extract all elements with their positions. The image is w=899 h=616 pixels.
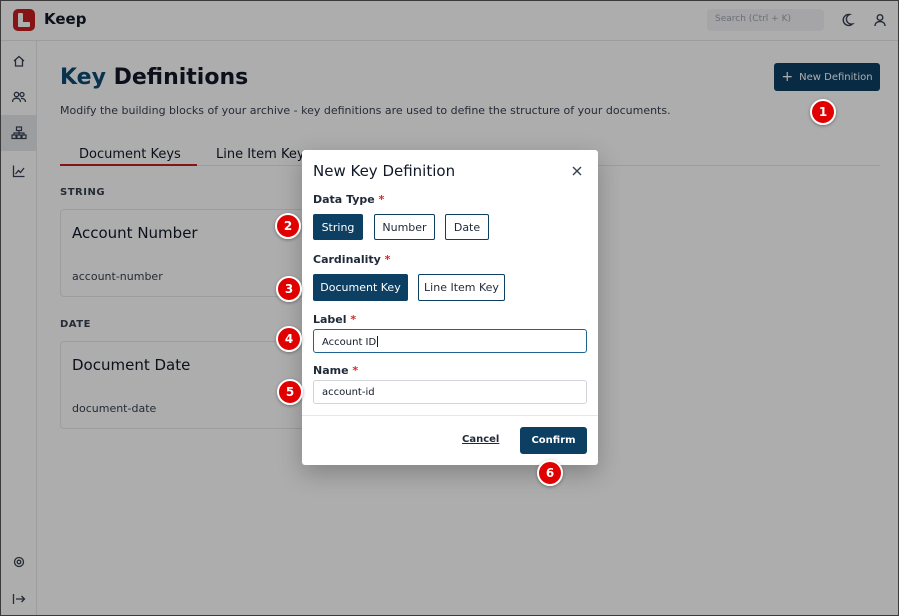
required-asterisk: * (350, 313, 357, 326)
cardinality-label: Cardinality * (313, 253, 390, 266)
confirm-button[interactable]: Confirm (520, 427, 587, 454)
name-input[interactable]: account-id (313, 380, 587, 404)
step-marker-5: 5 (277, 379, 303, 405)
step-marker-4: 4 (276, 326, 302, 352)
label-field-label-text: Label (313, 313, 347, 326)
dialog-footer-divider (302, 415, 598, 416)
name-field-label: Name * (313, 364, 358, 377)
label-input[interactable]: Account ID (313, 329, 587, 353)
close-icon[interactable] (570, 164, 584, 178)
data-type-label-text: Data Type (313, 193, 375, 206)
step-marker-1: 1 (810, 99, 836, 125)
data-type-date-button[interactable]: Date (445, 214, 489, 240)
data-type-number-button[interactable]: Number (374, 214, 435, 240)
data-type-string-button[interactable]: String (313, 214, 363, 240)
required-asterisk: * (352, 364, 359, 377)
step-marker-3: 3 (276, 276, 302, 302)
text-caret (377, 336, 379, 347)
new-key-definition-dialog: New Key Definition Data Type * String Nu… (302, 150, 598, 465)
step-marker-6: 6 (537, 460, 563, 486)
data-type-label: Data Type * (313, 193, 384, 206)
app-window: Keep Search (Ctrl + K) Key Definitions M… (0, 0, 899, 616)
label-field-label: Label * (313, 313, 356, 326)
cardinality-line-item-key-button[interactable]: Line Item Key (418, 274, 505, 301)
cancel-button[interactable]: Cancel (462, 434, 499, 445)
cardinality-label-text: Cardinality (313, 253, 381, 266)
dialog-title: New Key Definition (313, 162, 456, 180)
label-input-value: Account ID (322, 337, 377, 348)
cardinality-document-key-button[interactable]: Document Key (313, 274, 408, 301)
step-marker-2: 2 (275, 213, 301, 239)
required-asterisk: * (384, 253, 391, 266)
name-field-label-text: Name (313, 364, 349, 377)
required-asterisk: * (378, 193, 385, 206)
